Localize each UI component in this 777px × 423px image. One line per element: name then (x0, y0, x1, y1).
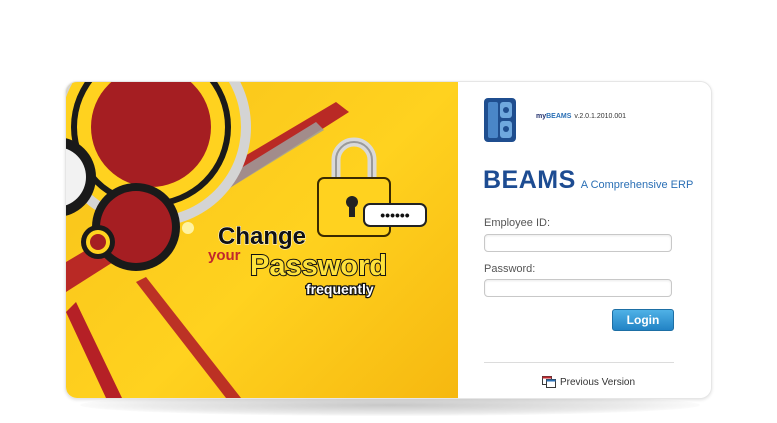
divider (484, 362, 674, 363)
login-panel: myBEAMS v.2.0.1.2010.001 BEAMS A Comprehen… (458, 82, 711, 398)
version-number: v.2.0.1.2010.001 (574, 113, 627, 120)
brand-tagline: A Comprehensive ERP (580, 179, 694, 191)
red-stripe-bottom (66, 302, 122, 398)
employee-id-input[interactable] (484, 234, 672, 252)
password-reminder-banner: •••••• Change your Password frequently (66, 82, 458, 398)
banner-graphic: •••••• Change your Password frequently (66, 82, 427, 398)
product-name: BEAMS (546, 113, 572, 120)
employee-id-label: Employee ID: (484, 217, 551, 229)
red-stripe-lower (136, 277, 241, 398)
login-card: •••••• Change your Password frequently m… (65, 81, 712, 399)
password-label: Password: (484, 263, 536, 275)
previous-version-link[interactable]: Previous Version (542, 376, 635, 388)
slogan-your: your (208, 247, 241, 264)
slogan-password: Password (250, 250, 387, 282)
dot-center (90, 234, 106, 250)
password-mask: •••••• (380, 207, 410, 223)
product-prefix: my (536, 113, 547, 120)
slogan-frequently: frequently (306, 281, 374, 297)
password-input[interactable] (484, 279, 672, 297)
version-text: myBEAMS v.2.0.1.2010.001 (536, 113, 626, 120)
login-button[interactable]: Login (612, 309, 674, 331)
brand-name: BEAMS (483, 166, 576, 194)
small-dot (182, 222, 194, 234)
previous-version-label: Previous Version (560, 376, 636, 388)
brand-heading: BEAMS A Comprehensive ERP (483, 166, 693, 195)
beams-logo-icon (484, 98, 516, 142)
slogan-change: Change (218, 223, 306, 250)
previous-version-icon (542, 376, 556, 388)
